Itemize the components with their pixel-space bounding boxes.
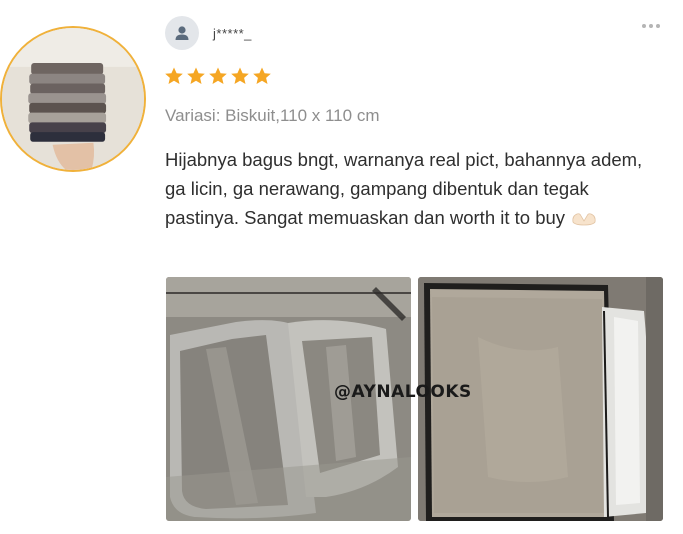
reviewer-avatar[interactable]	[165, 16, 199, 50]
more-dots-icon	[642, 24, 646, 28]
star-icon	[231, 67, 249, 84]
product-variant: Variasi: Biskuit,110 x 110 cm	[165, 106, 380, 125]
reviewer-name: j*****_	[213, 26, 252, 41]
review-text-block: Hijabnya bagus bngt, warnanya real pict,…	[165, 145, 665, 234]
star-rating	[164, 66, 272, 86]
watermark-text: @AYNALOOKS	[334, 382, 472, 402]
product-thumbnail[interactable]	[0, 26, 146, 172]
user-icon	[175, 26, 189, 40]
more-options-button[interactable]	[634, 16, 668, 36]
folded-hijab-stack-image	[2, 28, 144, 170]
review-card: j*****_ Variasi: Biskuit,110 x 110 cm Hi…	[0, 0, 683, 534]
heart-hands-icon	[571, 205, 597, 234]
star-icon	[187, 67, 205, 84]
star-icon	[253, 67, 271, 84]
star-icon	[209, 67, 227, 84]
star-icon	[165, 67, 183, 84]
